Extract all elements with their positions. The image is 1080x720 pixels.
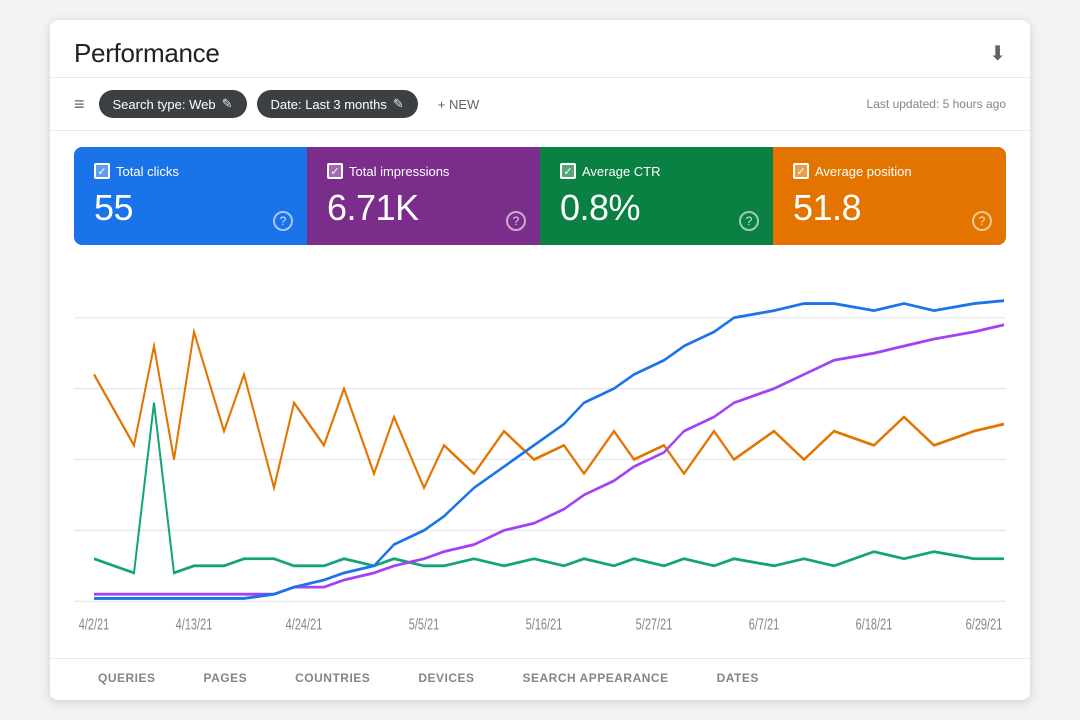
metric-help-icon[interactable]: ? (506, 211, 526, 231)
svg-text:4/24/21: 4/24/21 (286, 616, 323, 633)
metric-name: Total clicks (116, 164, 179, 179)
metric-help-icon[interactable]: ? (739, 211, 759, 231)
performance-chart: 4/2/21 4/13/21 4/24/21 5/5/21 5/16/21 5/… (74, 261, 1006, 658)
search-type-label: Search type: Web (113, 97, 216, 112)
date-label: Date: Last 3 months (271, 97, 387, 112)
tab-dates[interactable]: DATES (693, 659, 783, 700)
metric-value: 0.8% (560, 187, 753, 229)
metric-card-total-clicks[interactable]: Total clicks 55 ? (74, 147, 307, 245)
edit-search-type-icon: ✎ (222, 96, 233, 112)
svg-text:6/7/21: 6/7/21 (749, 616, 780, 633)
metric-checkbox[interactable] (327, 163, 343, 179)
svg-text:5/5/21: 5/5/21 (409, 616, 440, 633)
download-icon[interactable]: ⬇ (989, 41, 1006, 66)
new-button[interactable]: + NEW (428, 91, 490, 118)
svg-text:4/13/21: 4/13/21 (176, 616, 213, 633)
tab-queries[interactable]: QUERIES (74, 659, 180, 700)
tab-devices[interactable]: DEVICES (394, 659, 498, 700)
metric-help-icon[interactable]: ? (972, 211, 992, 231)
svg-text:6/29/21: 6/29/21 (966, 616, 1003, 633)
metric-label: Average position (793, 163, 986, 179)
metric-checkbox[interactable] (94, 163, 110, 179)
main-screen: Performance ⬇ ≡ Search type: Web ✎ Date:… (50, 20, 1030, 700)
svg-text:5/16/21: 5/16/21 (526, 616, 563, 633)
date-chip[interactable]: Date: Last 3 months ✎ (257, 90, 418, 118)
metric-value: 55 (94, 187, 287, 229)
page-header: Performance ⬇ (50, 20, 1030, 78)
edit-date-icon: ✎ (393, 96, 404, 112)
metric-card-average-ctr[interactable]: Average CTR 0.8% ? (540, 147, 773, 245)
last-updated-text: Last updated: 5 hours ago (867, 97, 1006, 111)
toolbar: ≡ Search type: Web ✎ Date: Last 3 months… (50, 78, 1030, 131)
metrics-row: Total clicks 55 ? Total impressions 6.71… (74, 147, 1006, 245)
metric-name: Average CTR (582, 164, 661, 179)
chart-area: 4/2/21 4/13/21 4/24/21 5/5/21 5/16/21 5/… (74, 261, 1006, 658)
svg-text:5/27/21: 5/27/21 (636, 616, 673, 633)
page-title: Performance (74, 38, 220, 69)
metric-card-average-position[interactable]: Average position 51.8 ? (773, 147, 1006, 245)
tab-search-appearance[interactable]: SEARCH APPEARANCE (499, 659, 693, 700)
metric-name: Total impressions (349, 164, 449, 179)
tab-pages[interactable]: PAGES (180, 659, 272, 700)
filter-icon[interactable]: ≡ (74, 94, 85, 115)
metric-checkbox[interactable] (560, 163, 576, 179)
svg-text:4/2/21: 4/2/21 (79, 616, 110, 633)
svg-text:6/18/21: 6/18/21 (856, 616, 893, 633)
metric-label: Total clicks (94, 163, 287, 179)
metric-value: 6.71K (327, 187, 520, 229)
metric-label: Total impressions (327, 163, 520, 179)
metric-checkbox[interactable] (793, 163, 809, 179)
tab-countries[interactable]: COUNTRIES (271, 659, 394, 700)
metric-value: 51.8 (793, 187, 986, 229)
metric-card-total-impressions[interactable]: Total impressions 6.71K ? (307, 147, 540, 245)
metric-help-icon[interactable]: ? (273, 211, 293, 231)
metric-label: Average CTR (560, 163, 753, 179)
tabs-row: QUERIESPAGESCOUNTRIESDEVICESSEARCH APPEA… (50, 658, 1030, 700)
metric-name: Average position (815, 164, 912, 179)
search-type-chip[interactable]: Search type: Web ✎ (99, 90, 247, 118)
